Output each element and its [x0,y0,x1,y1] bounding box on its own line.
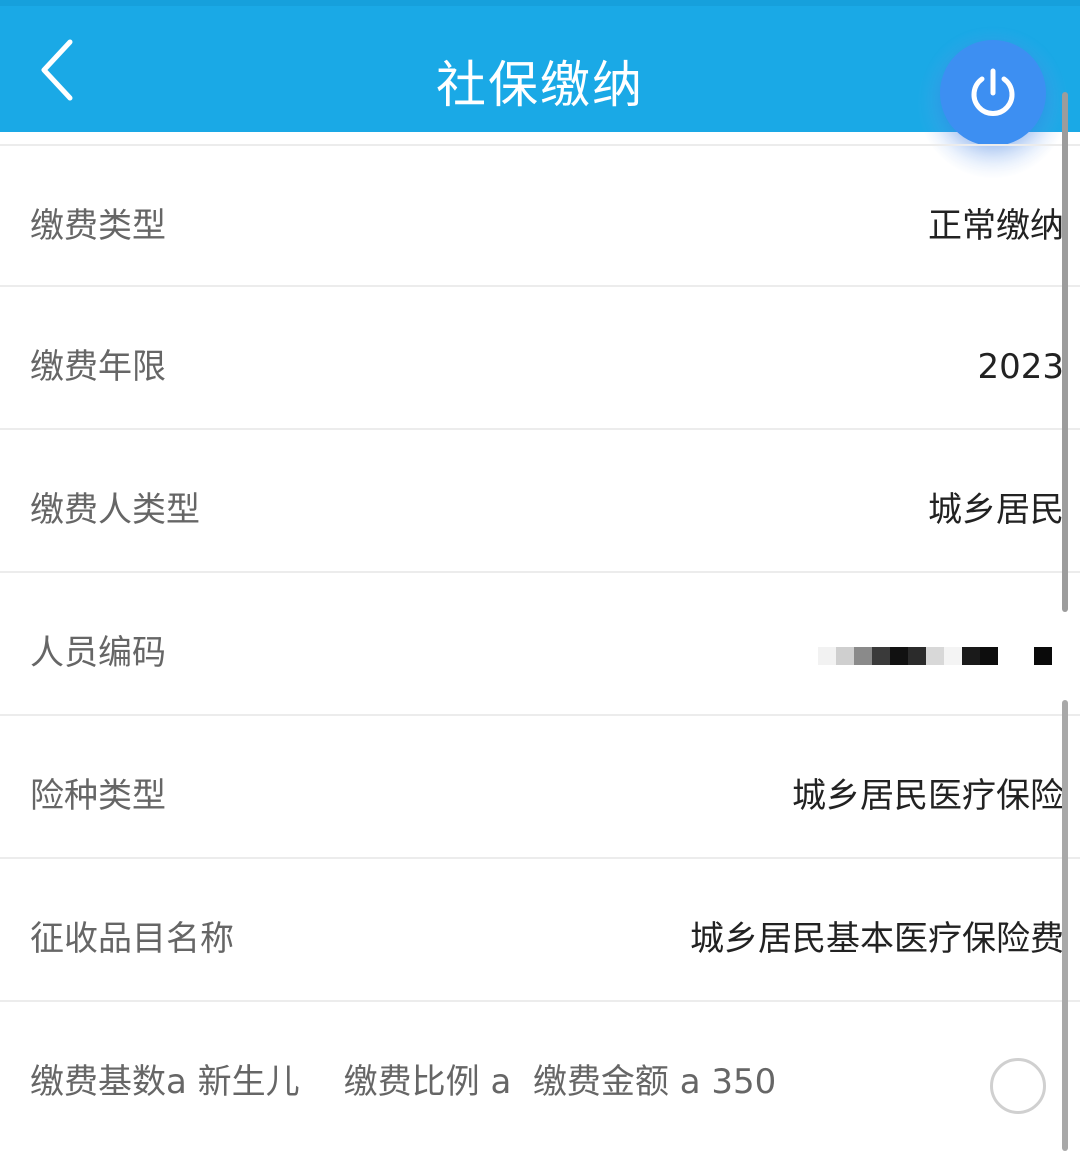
social-insurance-payment-screen: 社保缴纳 缴费类型 正常缴纳 缴费年限 2023 缴费人类型 城乡居民 人员编码 [0,0,1080,1151]
row-label: 人员编码 [30,633,166,673]
row-value: 城乡居民医疗保险 [792,776,1064,816]
row-value: 正常缴纳 [928,206,1064,246]
power-button[interactable] [940,40,1046,146]
row-personnel-code: 人员编码 [0,573,1080,716]
power-icon [971,68,1015,116]
payment-ratio-label: 缴费比例 a [343,1062,512,1102]
payment-info-list: 缴费类型 正常缴纳 缴费年限 2023 缴费人类型 城乡居民 人员编码 险种类型… [0,144,1080,1145]
row-label: 险种类型 [30,776,166,816]
redacted-personnel-code [818,647,1052,665]
radio-unchecked-icon[interactable] [990,1058,1046,1114]
row-collection-item: 征收品目名称 城乡居民基本医疗保险费 [0,859,1080,1002]
row-label: 缴费类型 [30,206,166,246]
row-label: 缴费年限 [30,347,166,387]
row-label: 缴费人类型 [30,490,200,530]
payment-option-row[interactable]: 缴费基数a 新生儿 缴费比例 a 缴费金额 a 350 [0,1002,1080,1145]
row-value: 城乡居民基本医疗保险费 [690,919,1064,959]
row-payer-type: 缴费人类型 城乡居民 [0,430,1080,573]
row-label: 征收品目名称 [30,919,234,959]
row-payment-year: 缴费年限 2023 [0,287,1080,430]
scrollbar-lower[interactable] [1062,700,1068,1151]
payment-amount-label: 缴费金额 a 350 [532,1062,777,1102]
row-insurance-type: 险种类型 城乡居民医疗保险 [0,716,1080,859]
row-value: 城乡居民 [928,490,1064,530]
row-payment-type: 缴费类型 正常缴纳 [0,144,1080,287]
scrollbar-upper[interactable] [1062,92,1068,612]
payment-base-label: 缴费基数a 新生儿 [30,1062,300,1102]
payment-option-text: 缴费基数a 新生儿 缴费比例 a 缴费金额 a 350 [30,1002,776,1145]
row-value: 2023 [977,347,1064,387]
